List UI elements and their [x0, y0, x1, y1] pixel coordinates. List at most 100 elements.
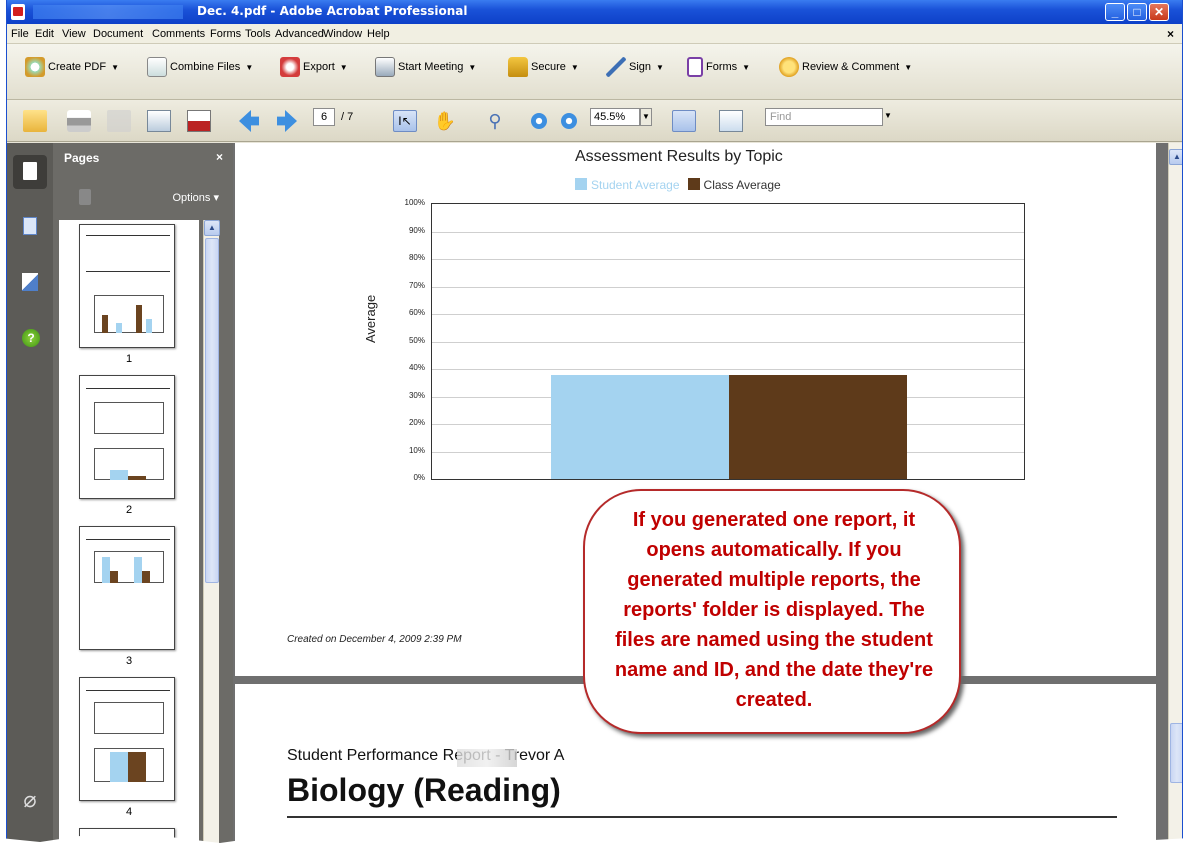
menu-edit[interactable]: Edit: [35, 28, 54, 40]
next-page-icon[interactable]: [277, 110, 297, 132]
help-icon: ?: [22, 329, 40, 347]
zoom-out-icon[interactable]: [531, 113, 547, 129]
trash-icon[interactable]: [79, 189, 91, 205]
review-comment-button[interactable]: Review & Comment ▼: [779, 56, 912, 78]
create-pdf-button[interactable]: Create PDF ▼: [25, 56, 119, 78]
signatures-icon: [22, 273, 38, 291]
secure-label: Secure: [531, 61, 566, 73]
forms-icon: [687, 57, 703, 77]
select-tool-icon[interactable]: I↖: [393, 110, 417, 132]
legend-student: Student Average: [575, 178, 680, 192]
chevron-down-icon: ▼: [904, 62, 913, 72]
chevron-down-icon: ▼: [245, 62, 254, 72]
page-number-input[interactable]: 6: [313, 108, 335, 126]
acrobat-app-icon[interactable]: [11, 4, 25, 20]
fit-width-icon[interactable]: [672, 110, 696, 132]
page-thumbnail-4[interactable]: [79, 677, 175, 801]
secure-button[interactable]: Secure ▼: [508, 56, 579, 78]
document-close-icon[interactable]: ×: [1167, 27, 1174, 41]
hand-tool-icon[interactable]: ✋: [433, 110, 457, 132]
zoom-in-icon[interactable]: [561, 113, 577, 129]
pages-panel-button[interactable]: [13, 155, 47, 189]
menu-bar: File Edit View Document Comments Forms T…: [7, 24, 1182, 44]
scrollbar-thumb[interactable]: [1170, 723, 1182, 783]
chart-legend: Student Average Class Average: [575, 178, 781, 192]
menu-help[interactable]: Help: [367, 28, 390, 40]
menu-window[interactable]: Window: [323, 28, 362, 40]
find-input[interactable]: Find: [765, 108, 883, 126]
pages-panel-close-icon[interactable]: ×: [216, 150, 223, 164]
menu-advanced[interactable]: Advanced: [275, 28, 324, 40]
page-thumbnail-label: 3: [125, 655, 133, 667]
close-button[interactable]: ✕: [1149, 3, 1169, 21]
menu-comments[interactable]: Comments: [152, 28, 205, 40]
save-icon[interactable]: [107, 110, 131, 132]
scroll-up-icon[interactable]: ▲: [204, 220, 220, 236]
y-tick-label: 100%: [404, 198, 425, 207]
y-tick-label: 90%: [408, 225, 425, 235]
maximize-button[interactable]: □: [1127, 3, 1147, 21]
open-folder-icon[interactable]: [23, 110, 47, 132]
scrollbar-thumb[interactable]: [205, 238, 219, 583]
report-subtitle: Student Performance Report - Trevor A: [287, 747, 565, 764]
annotation-callout: If you generated one report, it opens au…: [583, 489, 961, 734]
start-meeting-button[interactable]: Start Meeting ▼: [375, 56, 476, 78]
help-panel-button[interactable]: ?: [13, 323, 47, 357]
chevron-down-icon: ▼: [656, 62, 664, 72]
previous-page-icon[interactable]: [239, 110, 259, 132]
menu-view[interactable]: View: [62, 28, 86, 40]
menu-document[interactable]: Document: [93, 28, 143, 40]
zoom-dropdown-icon[interactable]: ▼: [640, 108, 652, 126]
bridge-icon[interactable]: [187, 110, 211, 132]
chevron-down-icon: ▼: [111, 62, 119, 72]
print-icon[interactable]: [67, 110, 91, 132]
forms-button[interactable]: Forms ▼: [687, 56, 750, 78]
comment-icon: [779, 57, 799, 77]
gridline: [432, 314, 1024, 315]
gridline: [432, 341, 1024, 343]
gridline: [432, 259, 1024, 260]
export-label: Export: [303, 61, 335, 73]
create-pdf-icon: [25, 57, 45, 77]
zoom-tool-icon[interactable]: ⚲: [483, 110, 507, 132]
combine-files-button[interactable]: Combine Files ▼: [147, 56, 253, 78]
forms-label: Forms: [706, 61, 738, 73]
signatures-panel-button[interactable]: [13, 267, 47, 301]
export-button[interactable]: Export ▼: [280, 56, 348, 78]
page-thumbnail-2[interactable]: [79, 375, 175, 499]
y-tick-label: 30%: [408, 390, 425, 400]
menu-tools[interactable]: Tools: [245, 28, 271, 40]
callout-text: If you generated one report, it opens au…: [614, 509, 934, 711]
minimize-button[interactable]: _: [1105, 3, 1125, 21]
menu-forms[interactable]: Forms: [210, 28, 241, 40]
zoom-level-input[interactable]: 45.5%: [590, 108, 640, 126]
title-bar[interactable]: Dec. 4.pdf - Adobe Acrobat Professional …: [7, 0, 1182, 24]
y-tick-label: 20%: [408, 418, 425, 427]
page-thumbnail-label: 4: [125, 806, 133, 818]
created-date: Created on December 4, 2009 2:39 PM: [287, 634, 462, 645]
minimize-icon: _: [1111, 5, 1119, 19]
sign-button[interactable]: Sign ▼: [606, 56, 664, 78]
find-dropdown-icon[interactable]: ▼: [883, 108, 893, 126]
scroll-up-icon[interactable]: ▲: [1169, 149, 1182, 165]
pages-panel: Pages × Options ▾ 1 2 3 4 ▲: [53, 143, 233, 848]
gridline: [432, 231, 1024, 233]
bookmarks-panel-button[interactable]: [13, 211, 47, 245]
navigation-pane-strip: ? ⌀: [7, 143, 53, 848]
email-icon[interactable]: [147, 110, 171, 132]
menu-file[interactable]: File: [11, 28, 29, 40]
acrobat-window: Dec. 4.pdf - Adobe Acrobat Professional …: [6, 0, 1183, 848]
y-tick-label: 70%: [408, 280, 425, 290]
thumbnail-scrollbar[interactable]: ▲: [203, 220, 220, 848]
document-scrollbar[interactable]: ▲: [1168, 143, 1182, 848]
close-icon: ✕: [1153, 5, 1165, 19]
bar-student-average: [551, 374, 729, 479]
fit-page-icon[interactable]: [719, 110, 743, 132]
page-thumbnail-3[interactable]: [79, 526, 175, 650]
torn-edge: [0, 836, 1190, 848]
options-menu[interactable]: Options ▾: [173, 191, 220, 204]
page-thumbnail-1[interactable]: [79, 224, 175, 348]
paperclip-icon[interactable]: ⌀: [13, 783, 47, 817]
sign-label: Sign: [629, 61, 652, 73]
review-comment-label: Review & Comment: [802, 61, 900, 73]
